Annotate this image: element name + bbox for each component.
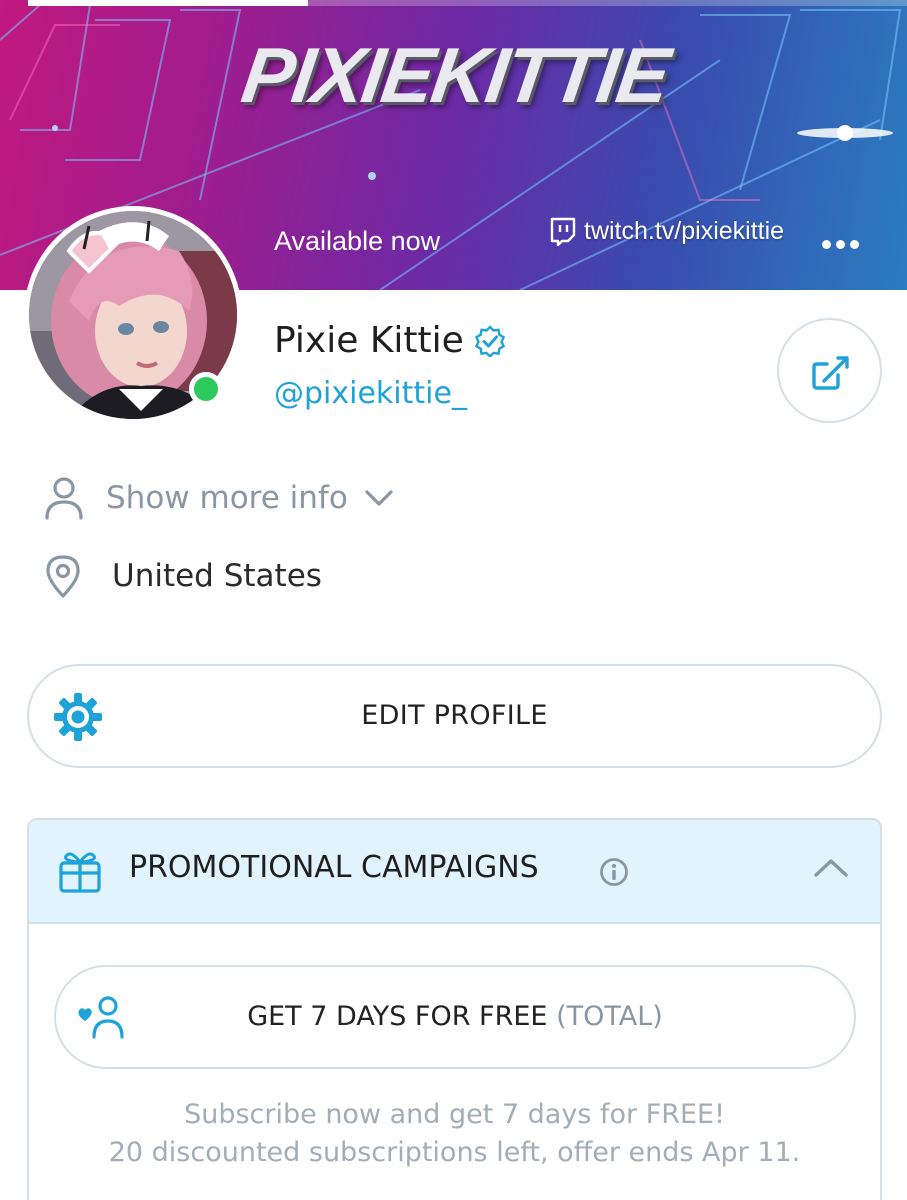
person-icon: [45, 477, 83, 520]
share-button[interactable]: [777, 318, 882, 423]
free-trial-text[interactable]: GET 7 DAYS FOR FREE: [247, 1001, 547, 1032]
free-trial-label[interactable]: GET 7 DAYS FOR FREE (TOTAL): [56, 967, 854, 1067]
info-icon[interactable]: [599, 857, 629, 887]
promotional-campaigns-panel: PROMOTIONAL CAMPAIGNS GET 7 DAYS FOR FRE…: [27, 818, 882, 1200]
promo-description-line2: 20 discounted subscriptions left, offer …: [108, 1137, 801, 1168]
availability-status: Available now: [274, 226, 441, 256]
twitch-link-text[interactable]: twitch.tv/pixiekittie: [584, 217, 784, 246]
show-more-info-label[interactable]: Show more info: [106, 480, 348, 516]
promo-description: Subscribe now and get 7 days for FREE! 2…: [29, 1096, 880, 1172]
online-status-indicator: [189, 372, 223, 406]
twitch-link[interactable]: twitch.tv/pixiekittie: [548, 216, 784, 246]
edit-profile-button[interactable]: EDIT PROFILE: [27, 664, 882, 768]
display-name: Pixie Kittie: [274, 320, 464, 361]
promo-description-line1: Subscribe now and get 7 days for FREE!: [184, 1099, 725, 1130]
twitch-icon: [550, 217, 576, 246]
location-pin-icon: [46, 555, 80, 598]
gift-icon: [59, 852, 101, 893]
username: @pixiekittie_: [274, 376, 467, 411]
story-progress-track: [308, 0, 907, 6]
more-dots-icon[interactable]: [822, 232, 864, 256]
edit-profile-label[interactable]: EDIT PROFILE: [29, 666, 880, 766]
verified-check-icon: [474, 324, 505, 357]
display-name-row: Pixie Kittie: [274, 320, 506, 361]
free-trial-button[interactable]: GET 7 DAYS FOR FREE (TOTAL): [54, 965, 856, 1069]
chevron-down-icon: [365, 490, 393, 506]
free-trial-suffix[interactable]: (TOTAL): [556, 1001, 663, 1032]
show-more-info-toggle[interactable]: Show more info: [44, 476, 394, 520]
story-progress-bar: [28, 0, 308, 6]
location-row: United States: [44, 554, 322, 598]
location-text: United States: [112, 558, 322, 594]
chevron-up-icon[interactable]: [813, 856, 849, 880]
promo-title: PROMOTIONAL CAMPAIGNS: [129, 850, 539, 885]
promo-header[interactable]: PROMOTIONAL CAMPAIGNS: [29, 820, 880, 924]
banner-logo-text: PIXIEKITTIE: [236, 31, 674, 119]
share-icon: [811, 355, 849, 390]
